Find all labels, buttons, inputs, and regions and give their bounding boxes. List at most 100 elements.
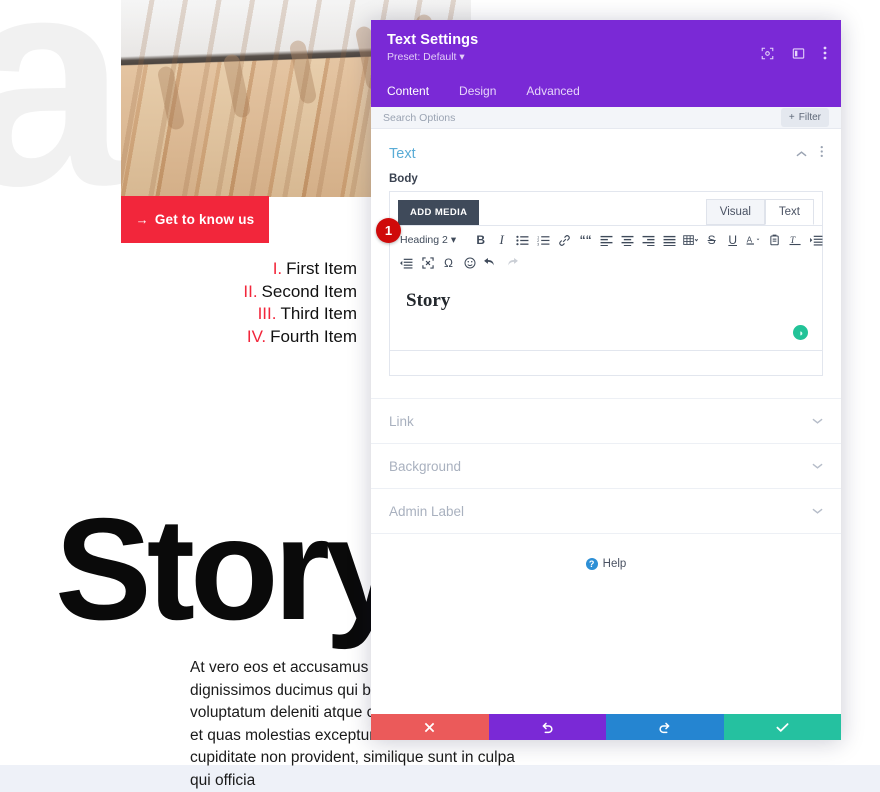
editor-content-area[interactable]: Story ◑	[390, 276, 822, 350]
tab-advanced[interactable]: Advanced	[526, 75, 579, 107]
options-accordion: Link Background Admin Label	[371, 398, 841, 534]
list-item-number: IV.	[246, 326, 267, 346]
section-actions	[795, 145, 824, 163]
outdent-icon[interactable]	[396, 253, 417, 273]
indent-icon[interactable]	[806, 230, 827, 250]
redo-icon[interactable]	[501, 253, 522, 273]
emoji-icon[interactable]	[459, 253, 480, 273]
focus-target-icon[interactable]	[761, 47, 774, 60]
chevron-down-icon	[812, 412, 823, 430]
list-item-label: First Item	[286, 259, 357, 278]
svg-text:3: 3	[537, 242, 539, 245]
search-input[interactable]: Search Options	[383, 112, 455, 124]
underline-icon[interactable]: U	[722, 230, 743, 250]
format-select[interactable]: Heading 2 ▾	[396, 234, 460, 246]
redo-arrow-icon	[658, 721, 671, 734]
chevron-down-icon: ▾	[450, 234, 457, 246]
undo-arrow-icon	[541, 721, 554, 734]
italic-icon[interactable]: I	[491, 230, 512, 250]
redo-button[interactable]	[606, 714, 724, 740]
modal-footer-actions	[371, 714, 841, 740]
bulleted-list-icon[interactable]	[512, 230, 533, 250]
accordion-background[interactable]: Background	[371, 443, 841, 488]
bold-icon[interactable]: B	[470, 230, 491, 250]
help-link[interactable]: ? Help	[371, 558, 841, 570]
annotation-marker-1: 1	[376, 218, 401, 243]
editor-status-bar	[390, 350, 822, 375]
align-center-icon[interactable]	[617, 230, 638, 250]
blockquote-icon[interactable]: ““	[575, 230, 596, 250]
tab-content[interactable]: Content	[371, 63, 446, 107]
list-item: III. Third Item	[60, 303, 357, 326]
editor-top-bar: ADD MEDIA Visual Text	[390, 192, 822, 225]
editor-toolbar: Heading 2 ▾ B I 123 ““ S U A T Ω	[390, 225, 823, 276]
kebab-menu-icon[interactable]	[820, 145, 824, 163]
filter-button[interactable]: + Filter	[780, 108, 829, 127]
align-left-icon[interactable]	[596, 230, 617, 250]
close-x-icon	[424, 722, 435, 733]
text-color-icon[interactable]: A	[743, 230, 764, 250]
add-media-button[interactable]: ADD MEDIA	[398, 199, 480, 225]
undo-icon[interactable]	[480, 253, 501, 273]
list-item: I. First Item	[60, 258, 357, 281]
chevron-up-icon[interactable]	[795, 145, 807, 163]
preset-label: Preset: Default	[387, 51, 457, 63]
chevron-down-icon	[812, 502, 823, 520]
cancel-button[interactable]	[371, 714, 489, 740]
modal-title: Text Settings	[387, 32, 479, 48]
get-to-know-us-button[interactable]: → Get to know us	[121, 196, 269, 243]
list-item: IV. Fourth Item	[60, 326, 357, 349]
help-label: Help	[602, 558, 627, 570]
wysiwyg-editor: ADD MEDIA Visual Text Heading 2 ▾ B I 1 …	[389, 191, 823, 376]
list-item-label: Second Item	[261, 281, 357, 301]
resize-handle-icon[interactable]: ◑	[793, 325, 808, 340]
tab-text[interactable]: Text	[764, 199, 814, 225]
list-item-number: I.	[272, 259, 283, 278]
accordion-label: Background	[389, 458, 462, 474]
editor-view-tabs: Visual Text	[705, 199, 814, 225]
svg-text:A: A	[747, 234, 753, 244]
align-right-icon[interactable]	[638, 230, 659, 250]
chevron-down-icon	[812, 457, 823, 475]
checkmark-icon	[776, 722, 789, 733]
save-button[interactable]	[723, 714, 841, 740]
list-item: II. Second Item	[60, 281, 357, 304]
list-item-label: Third Item	[280, 304, 357, 324]
modal-preset-selector[interactable]: Preset: Default ▾	[387, 51, 825, 63]
fullscreen-icon[interactable]	[417, 253, 438, 273]
modal-body: Text Body ADD MEDIA Visual Text Heading …	[371, 129, 841, 714]
arrow-right-icon: →	[135, 212, 149, 227]
modal-header: Text Settings Preset: Default ▾ Content …	[371, 20, 841, 107]
special-character-icon[interactable]: Ω	[438, 253, 459, 273]
kebab-menu-icon[interactable]	[823, 46, 827, 60]
modal-header-actions	[761, 46, 827, 60]
text-section-header: Text	[371, 129, 841, 169]
accordion-admin-label[interactable]: Admin Label	[371, 488, 841, 534]
table-icon[interactable]	[680, 230, 701, 250]
roman-numeral-list: I. First Item II. Second Item III. Third It…	[60, 258, 357, 348]
question-mark-icon: ?	[585, 558, 598, 570]
list-item-number: III.	[257, 304, 277, 324]
split-view-icon[interactable]	[792, 47, 805, 60]
cta-label: Get to know us	[154, 212, 255, 227]
align-justify-icon[interactable]	[659, 230, 680, 250]
clear-formatting-icon[interactable]: T	[785, 230, 806, 250]
undo-button[interactable]	[488, 714, 606, 740]
tab-visual[interactable]: Visual	[705, 199, 765, 225]
svg-text:T: T	[790, 235, 796, 245]
numbered-list-icon[interactable]: 123	[533, 230, 554, 250]
link-icon[interactable]	[554, 230, 575, 250]
list-item-label: Fourth Item	[270, 326, 357, 346]
text-settings-modal: Text Settings Preset: Default ▾ Content …	[371, 20, 841, 740]
strikethrough-icon[interactable]: S	[701, 230, 722, 250]
paste-as-text-icon[interactable]	[764, 230, 785, 250]
section-title: Text	[389, 146, 416, 162]
toolbar-row-2: Ω	[396, 253, 816, 273]
page-big-heading: Story	[55, 488, 406, 650]
accordion-label: Admin Label	[389, 503, 465, 519]
accordion-link[interactable]: Link	[371, 398, 841, 443]
format-select-value: Heading 2	[400, 234, 448, 246]
tab-design[interactable]: Design	[459, 75, 496, 107]
body-field-label: Body	[389, 173, 418, 185]
plus-icon: +	[788, 112, 795, 123]
